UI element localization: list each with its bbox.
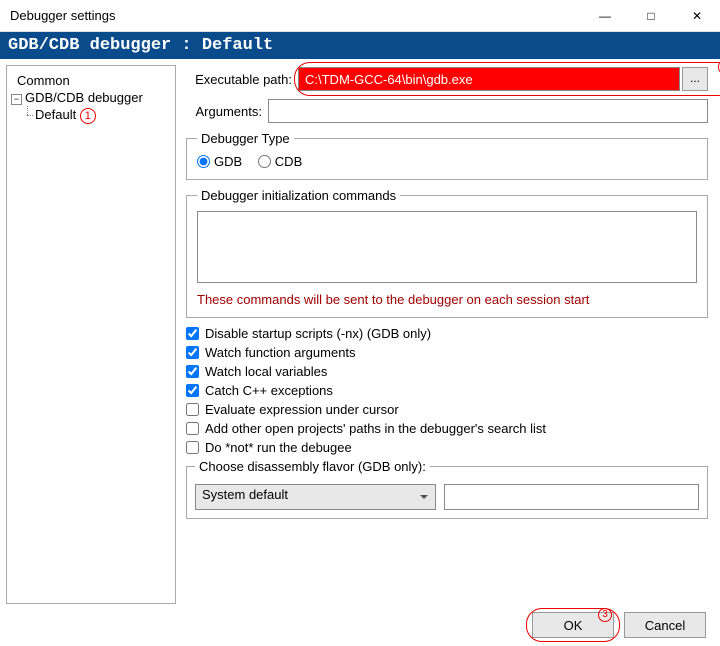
checkbox-2[interactable]: [186, 365, 199, 378]
checkbox-row-3[interactable]: Catch C++ exceptions: [186, 383, 708, 398]
checkbox-label-0: Disable startup scripts (-nx) (GDB only): [205, 326, 431, 341]
checkbox-label-1: Watch function arguments: [205, 345, 356, 360]
tree-item-gdbcdb[interactable]: GDB/CDB debugger: [25, 90, 143, 105]
checkbox-4[interactable]: [186, 403, 199, 416]
arguments-label: Arguments:: [186, 104, 268, 119]
checkbox-3[interactable]: [186, 384, 199, 397]
tree-item-common[interactable]: Common: [17, 73, 70, 88]
checkbox-5[interactable]: [186, 422, 199, 435]
checkbox-row-5[interactable]: Add other open projects' paths in the de…: [186, 421, 708, 436]
tree-item-default[interactable]: Default: [35, 107, 76, 122]
debugger-type-legend: Debugger Type: [197, 131, 294, 146]
checkbox-label-5: Add other open projects' paths in the de…: [205, 421, 546, 436]
checkbox-row-2[interactable]: Watch local variables: [186, 364, 708, 379]
checkbox-row-1[interactable]: Watch function arguments: [186, 345, 708, 360]
checkbox-label-6: Do *not* run the debugee: [205, 440, 352, 455]
subheader: GDB/CDB debugger : Default: [0, 32, 720, 59]
settings-tree[interactable]: Common −GDB/CDB debugger Default 1: [6, 65, 176, 604]
exec-path-label: Executable path:: [186, 72, 298, 87]
init-cmds-legend: Debugger initialization commands: [197, 188, 400, 203]
cancel-button[interactable]: Cancel: [624, 612, 706, 638]
radio-gdb[interactable]: GDB: [197, 154, 242, 169]
checkbox-row-0[interactable]: Disable startup scripts (-nx) (GDB only): [186, 326, 708, 341]
checkbox-label-3: Catch C++ exceptions: [205, 383, 333, 398]
init-cmds-hint: These commands will be sent to the debug…: [197, 292, 697, 307]
minimize-button[interactable]: —: [582, 0, 628, 32]
checkbox-row-4[interactable]: Evaluate expression under cursor: [186, 402, 708, 417]
disasm-select[interactable]: System default: [195, 484, 436, 510]
tree-collapse-icon[interactable]: −: [11, 94, 22, 105]
exec-path-input[interactable]: [298, 67, 680, 91]
window-title: Debugger settings: [10, 8, 582, 23]
radio-cdb[interactable]: CDB: [258, 154, 302, 169]
annotation-3: 3: [598, 608, 612, 622]
checkbox-row-6[interactable]: Do *not* run the debugee: [186, 440, 708, 455]
browse-button[interactable]: ...: [682, 67, 708, 91]
annotation-1: 1: [80, 108, 96, 124]
init-cmds-textarea[interactable]: [197, 211, 697, 283]
arguments-input[interactable]: [268, 99, 708, 123]
checkbox-6[interactable]: [186, 441, 199, 454]
checkbox-label-4: Evaluate expression under cursor: [205, 402, 399, 417]
disasm-custom-input[interactable]: [444, 484, 699, 510]
checkbox-1[interactable]: [186, 346, 199, 359]
maximize-button[interactable]: □: [628, 0, 674, 32]
checkbox-label-2: Watch local variables: [205, 364, 327, 379]
close-button[interactable]: ✕: [674, 0, 720, 32]
checkbox-0[interactable]: [186, 327, 199, 340]
disasm-legend: Choose disassembly flavor (GDB only):: [195, 459, 430, 474]
